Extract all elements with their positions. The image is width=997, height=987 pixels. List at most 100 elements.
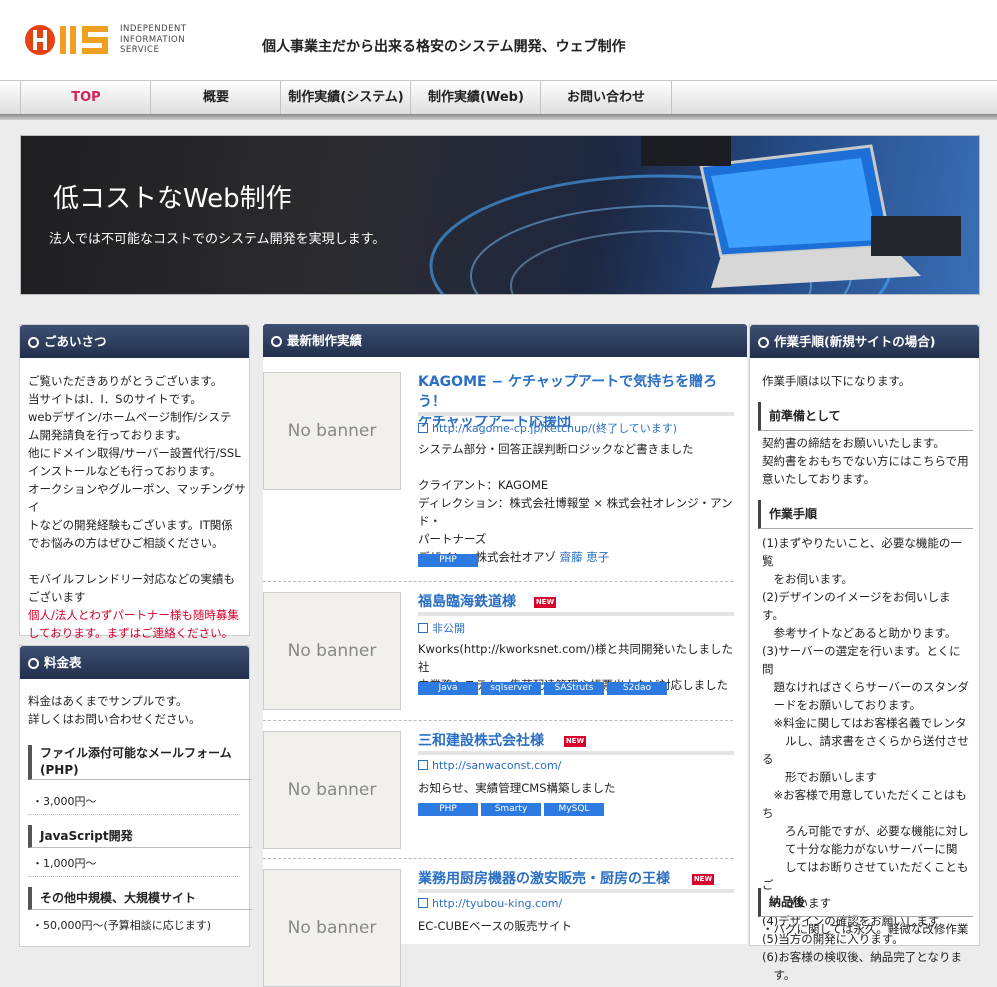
steps-proc-line: (1)まずやりたいこと、必要な機能の一覧 <box>762 536 962 568</box>
work-item-fukushima: No banner 福島臨海鉄道様 NEW 非公開 Kworks(http://… <box>263 592 734 722</box>
work-url-text[interactable]: http://tyubou-king.com/ <box>432 897 562 910</box>
price-item-mailform-price: ・3,000円〜 <box>32 795 97 808</box>
logo-line: SERVICE <box>120 45 160 55</box>
work-desc-line: クライアント：KAGOME <box>418 478 549 492</box>
site-tagline: 個人事業主だから出来る格安のシステム開発、ウェブ制作 <box>262 39 626 55</box>
work-banner: No banner <box>263 372 401 490</box>
work-title-rule <box>418 612 734 616</box>
work-url[interactable]: http://sanwaconst.com/ <box>418 759 561 772</box>
external-link-icon <box>418 760 428 770</box>
work-desc: システム部分・回答正誤判断ロジックなど書きました クライアント：KAGOME デ… <box>418 440 734 566</box>
tag-smarty[interactable]: Smarty <box>481 803 541 816</box>
work-desc-line: お知らせ、実績管理CMS構築しました <box>418 781 616 795</box>
nav-works-web[interactable]: 制作実績(Web) <box>410 81 541 115</box>
steps-prep-heading: 前準備として <box>758 402 973 431</box>
work-url-text[interactable]: http://kagome-cp.jp/ketchup/(終了しています) <box>432 422 677 435</box>
logo-wordmark: INDEPENDENT INFORMATION SERVICE <box>120 24 187 56</box>
site-header: INDEPENDENT INFORMATION SERVICE 個人事業主だから… <box>0 0 997 80</box>
steps-intro: 作業手順は以下になります。 <box>762 374 911 388</box>
nav-top[interactable]: TOP <box>20 81 151 115</box>
greeting-spacer <box>28 552 248 570</box>
work-separator <box>263 581 733 582</box>
nav-shadow <box>0 114 997 120</box>
work-separator <box>263 720 733 721</box>
work-designer-link[interactable]: 齋藤 恵子 <box>560 550 610 564</box>
new-badge: NEW <box>692 874 714 885</box>
work-title[interactable]: 三和建設株式会社様 <box>418 731 544 751</box>
greeting-line: モバイルフレンドリー対応などの実績も <box>28 572 235 586</box>
tag-php[interactable]: PHP <box>418 554 478 567</box>
logo-line: INFORMATION <box>120 34 186 45</box>
pricing-intro-line: 料金はあくまでサンプルです。 <box>28 694 188 708</box>
hero-subtitle: 法人では不可能なコストでのシステム開発を実現します。 <box>49 232 386 247</box>
work-url: 非公開 <box>418 620 465 636</box>
greeting-line: オークションやグルーポン、マッチングサイ <box>28 482 246 514</box>
work-desc-line: EC-CUBEベースの販売サイト <box>418 919 572 933</box>
work-desc-spacer <box>418 458 734 476</box>
work-title-rule <box>418 412 734 416</box>
divider <box>28 814 240 815</box>
tag-s2dao[interactable]: S2dao <box>607 682 667 695</box>
steps-proc-line: 題なければさくらサーバーのスタンダ <box>762 680 969 694</box>
price-item-js-title: JavaScript開発 <box>28 825 252 848</box>
steps-prep-line: 契約書の締結をお願いいたします。 <box>762 436 945 450</box>
steps-proc-line: ろん可能ですが、必要な機能に対し <box>762 824 969 838</box>
greeting-partner-line: 個人/法人とわずパートナー様も随時募集 <box>28 608 239 622</box>
work-banner: No banner <box>263 731 401 849</box>
work-item-kagome: No banner KAGOME − ケチャップアートで気持ちを贈ろう！ ケチャ… <box>263 372 734 582</box>
greeting-box: ごあいさつ ご覧いただきありがとうございます。 当サイトはI．I．Sのサイトです… <box>19 324 250 640</box>
steps-proc-line: をお伺います。 <box>762 572 853 586</box>
tag-java[interactable]: Java <box>418 682 478 695</box>
work-title-line[interactable]: KAGOME − ケチャップアートで気持ちを贈ろう！ <box>418 372 733 412</box>
price-item-large-title: その他中規模、大規模サイト <box>28 887 252 910</box>
nav-overview[interactable]: 概要 <box>150 81 281 115</box>
nav-contact[interactable]: お問い合わせ <box>540 81 672 115</box>
steps-proc-line: ルし、請求書をさくらから送付させる <box>762 734 969 766</box>
site-logo[interactable]: INDEPENDENT INFORMATION SERVICE <box>24 22 204 60</box>
tag-php[interactable]: PHP <box>418 803 478 816</box>
work-desc: EC-CUBEベースの販売サイト <box>418 917 734 935</box>
work-desc-line: パートナーズ <box>418 532 487 546</box>
steps-box: 作業手順(新規サイトの場合) 作業手順は以下になります。 前準備として 契約書の… <box>749 324 980 982</box>
greeting-line: トなどの開発経験もございます。IT関係 <box>28 518 233 532</box>
laptop-illustration-icon <box>429 136 961 294</box>
steps-delivery-line: ・バグに関しては永久。軽微な改修作業 <box>762 922 969 936</box>
work-url-text[interactable]: http://sanwaconst.com/ <box>432 759 561 772</box>
steps-heading: 作業手順(新規サイトの場合) <box>750 325 979 358</box>
works-box: 最新制作実績 No banner KAGOME − ケチャップアートで気持ちを贈… <box>263 324 747 987</box>
greeting-text: ご覧いただきありがとうございます。 当サイトはI．I．Sのサイトです。 webデ… <box>28 372 248 642</box>
steps-proc-line: ードをお願いしております。 <box>762 698 922 712</box>
hero-title: 低コストなWeb制作 <box>53 184 292 214</box>
hero-banner: 低コストなWeb制作 法人では不可能なコストでのシステム開発を実現します。 <box>20 135 980 295</box>
work-title[interactable]: 業務用厨房機器の激安販売・厨房の王様 <box>418 869 670 889</box>
greeting-line: ム開発請負を行っております。 <box>28 428 187 442</box>
external-link-icon <box>418 423 428 433</box>
pricing-heading: 料金表 <box>20 646 249 679</box>
steps-prep-line: 意いたしております。 <box>762 472 876 486</box>
steps-proc-line: (3)サーバーの選定を行います。とくに問 <box>762 644 961 676</box>
steps-prep-line: 契約書をおもちでない方にはこちらで用 <box>762 454 969 468</box>
price-item-js-price: ・1,000円〜 <box>32 857 97 870</box>
work-url[interactable]: http://kagome-cp.jp/ketchup/(終了しています) <box>418 420 677 436</box>
external-link-icon <box>418 898 428 908</box>
steps-proc-line: (6)お客様の検収後、納品完了となりま <box>762 950 962 964</box>
pricing-box: 料金表 料金はあくまでサンプルです。 詳しくはお問い合わせください。 ファイル添… <box>19 645 252 947</box>
steps-proc-line: て十分な能力がないサーバーに関 <box>762 842 958 856</box>
work-url[interactable]: http://tyubou-king.com/ <box>418 897 562 910</box>
tag-mysql[interactable]: MySQL <box>544 803 604 816</box>
work-title[interactable]: 福島臨海鉄道様 <box>418 592 516 612</box>
steps-proc-line: ※料金に関してはお客様名義でレンタ <box>762 716 967 730</box>
steps-proc-heading: 作業手順 <box>758 500 973 529</box>
price-item-mailform-title: ファイル添付可能なメールフォーム(PHP) <box>28 745 252 780</box>
greeting-line: 他にドメイン取得/サーバー設置代行/SSL <box>28 446 241 460</box>
tag-sqlserver[interactable]: sqlserver <box>481 682 541 695</box>
greeting-heading: ごあいさつ <box>20 325 249 358</box>
tag-sastruts[interactable]: SAStruts <box>544 682 604 695</box>
work-desc-line: ディレクション：株式会社博報堂 × 株式会社オレンジ・アンド・ <box>418 496 733 528</box>
work-desc-line: Kworks(http://kworksnet.com/)様と共同開発いたしまし… <box>418 642 734 674</box>
pricing-intro: 料金はあくまでサンプルです。 詳しくはお問い合わせください。 <box>28 692 248 728</box>
nav-works-system[interactable]: 制作実績(システム) <box>280 81 411 115</box>
steps-prep-text: 契約書の締結をお願いいたします。 契約書をおもちでない方にはこちらで用 意いたし… <box>762 434 972 488</box>
steps-proc-line: ※お客様で用意していただくことはもち <box>762 788 967 820</box>
steps-proc-line: 形でお願いします <box>762 770 877 784</box>
